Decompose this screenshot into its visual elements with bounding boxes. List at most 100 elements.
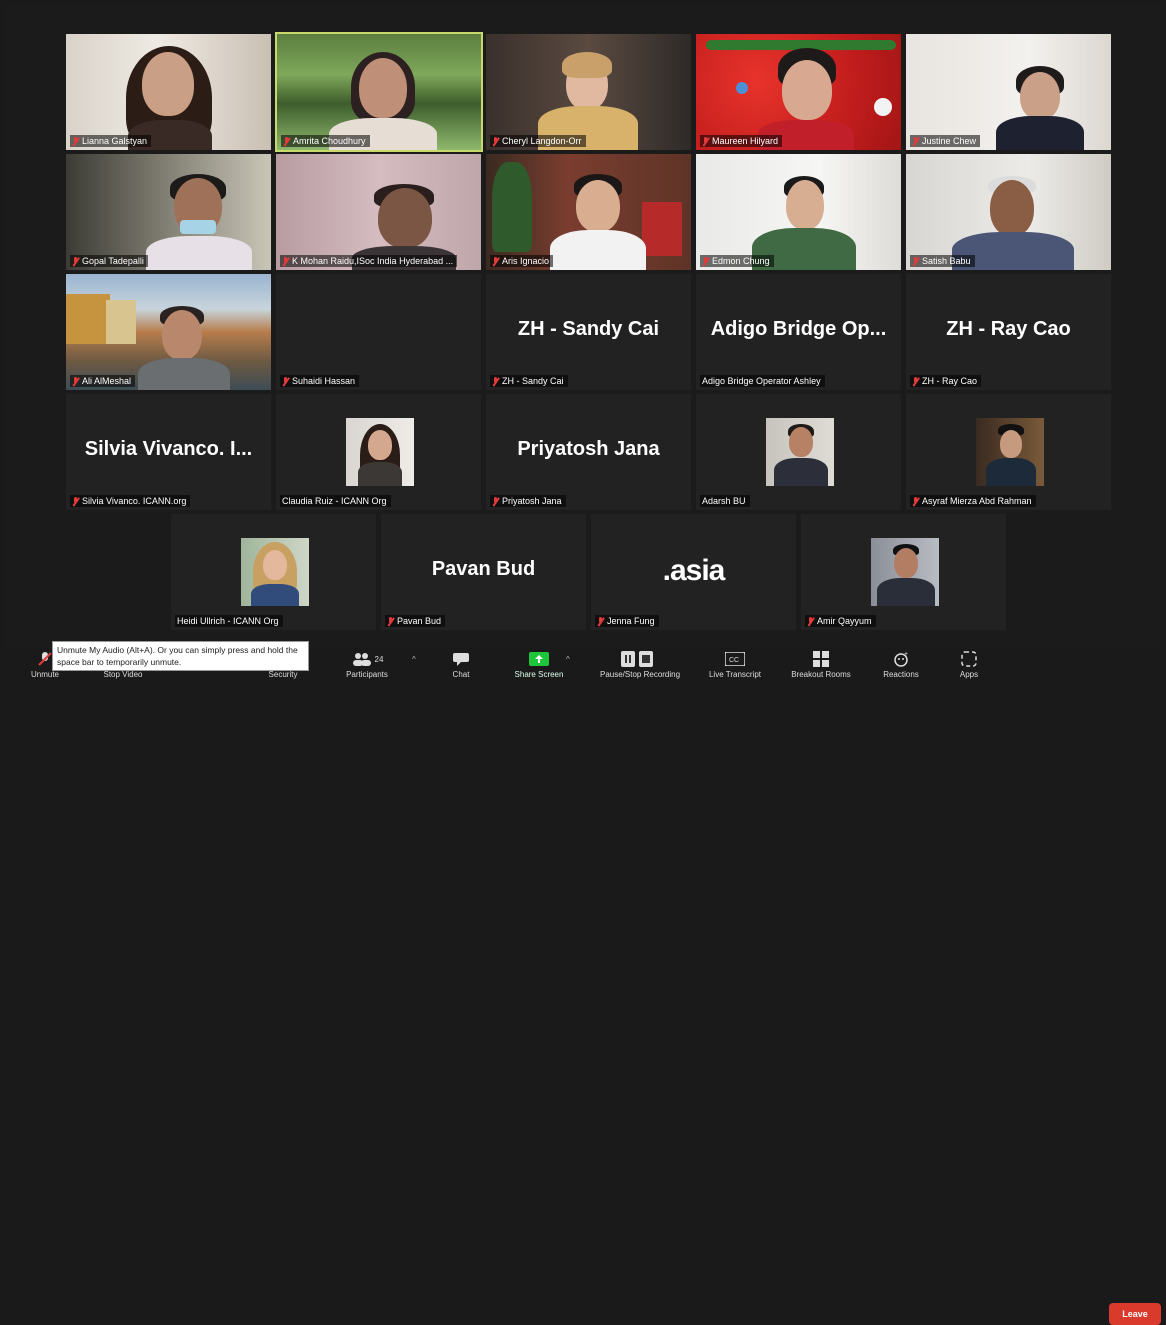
video-tile[interactable]: Claudia Ruiz - ICANN Org xyxy=(276,394,481,510)
mic-muted-icon xyxy=(72,136,79,146)
video-tile[interactable]: Heidi Ullrich - ICANN Org xyxy=(171,514,376,630)
mic-muted-icon xyxy=(912,256,919,266)
participant-name: K Mohan Raidu,ISoc India Hyderabad ... xyxy=(280,255,458,267)
video-tile[interactable]: Maureen Hilyard xyxy=(696,34,901,150)
participant-name: Silvia Vivanco. ICANN.org xyxy=(70,495,191,507)
mic-muted-icon xyxy=(492,496,499,506)
participant-name: ZH - Sandy Cai xyxy=(490,375,568,387)
svg-text:+: + xyxy=(904,651,908,658)
participant-name: Adigo Bridge Operator Ashley xyxy=(700,375,825,387)
video-tile[interactable]: Amir Qayyum xyxy=(801,514,1006,630)
video-tile[interactable]: Gopal Tadepalli xyxy=(66,154,271,270)
video-tile[interactable]: K Mohan Raidu,ISoc India Hyderabad ... xyxy=(276,154,481,270)
participants-icon xyxy=(352,653,371,666)
participant-name: Priyatosh Jana xyxy=(490,495,566,507)
apps-icon xyxy=(932,650,1006,668)
pause-stop-recording-button[interactable]: Pause/Stop Recording xyxy=(600,650,680,679)
video-tile[interactable]: Pavan Bud Pavan Bud xyxy=(381,514,586,630)
mic-muted-icon xyxy=(72,376,79,386)
closed-caption-icon: CC xyxy=(698,650,772,668)
participant-name: Pavan Bud xyxy=(385,615,446,627)
pause-stop-icon xyxy=(600,650,674,668)
participant-name: Lianna Galstyan xyxy=(70,135,152,147)
mic-muted-icon xyxy=(492,376,499,386)
participant-name: Adarsh BU xyxy=(700,495,750,507)
mic-muted-icon xyxy=(702,256,709,266)
video-tile[interactable]: ZH - Ray Cao ZH - Ray Cao xyxy=(906,274,1111,390)
participant-display-name: Priyatosh Jana xyxy=(517,438,660,460)
profile-picture xyxy=(976,418,1044,486)
profile-picture xyxy=(766,418,834,486)
video-tile[interactable]: Edmon Chung xyxy=(696,154,901,270)
chat-bubble-icon xyxy=(424,650,498,668)
leave-button[interactable]: Leave xyxy=(1109,1303,1161,1325)
mic-muted-icon xyxy=(72,496,79,506)
video-tile[interactable]: .asia Jenna Fung xyxy=(591,514,796,630)
breakout-rooms-icon xyxy=(784,650,858,668)
participant-name: Cheryl Langdon-Orr xyxy=(490,135,586,147)
participants-chevron-up-icon[interactable]: ^ xyxy=(412,655,416,664)
mic-muted-icon xyxy=(387,616,394,626)
participant-name: Satish Babu xyxy=(910,255,975,267)
mic-muted-icon xyxy=(72,256,79,266)
asia-logo: .asia xyxy=(662,554,726,587)
video-tile[interactable]: Adarsh BU xyxy=(696,394,901,510)
video-tile[interactable]: ZH - Sandy Cai ZH - Sandy Cai xyxy=(486,274,691,390)
mic-muted-icon xyxy=(912,376,919,386)
mic-muted-icon xyxy=(912,136,919,146)
mic-muted-icon xyxy=(492,136,499,146)
video-tile[interactable]: Lianna Galstyan xyxy=(66,34,271,150)
video-tile[interactable]: Aris Ignacio xyxy=(486,154,691,270)
participant-display-name: ZH - Ray Cao xyxy=(946,318,1071,340)
mic-muted-icon xyxy=(492,256,499,266)
profile-picture xyxy=(346,418,414,486)
mic-muted-icon xyxy=(282,256,289,266)
participant-name: Amrita Choudhury xyxy=(281,135,370,147)
participant-name: Aris Ignacio xyxy=(490,255,554,267)
chat-button[interactable]: Chat xyxy=(424,650,498,679)
video-tile[interactable]: Silvia Vivanco. I... Silvia Vivanco. ICA… xyxy=(66,394,271,510)
participant-name: Jenna Fung xyxy=(595,615,659,627)
mic-muted-icon xyxy=(282,376,289,386)
participant-name: ZH - Ray Cao xyxy=(910,375,982,387)
profile-picture xyxy=(241,538,309,606)
unmute-tooltip: Unmute My Audio (Alt+A). Or you can simp… xyxy=(52,641,309,671)
svg-text:CC: CC xyxy=(729,657,739,664)
participant-display-name: ZH - Sandy Cai xyxy=(517,318,660,340)
participant-display-name: Adigo Bridge Op... xyxy=(710,318,887,340)
mic-muted-icon xyxy=(807,616,814,626)
video-tile-active-speaker[interactable]: Amrita Choudhury xyxy=(275,32,483,152)
reactions-button[interactable]: + Reactions xyxy=(864,650,938,679)
apps-button[interactable]: Apps xyxy=(932,650,1006,679)
participant-display-name: Pavan Bud xyxy=(431,558,536,580)
participant-name: Amir Qayyum xyxy=(805,615,876,627)
video-tile[interactable]: Adigo Bridge Op... Adigo Bridge Operator… xyxy=(696,274,901,390)
participant-name: Heidi Ullrich - ICANN Org xyxy=(175,615,283,627)
participant-name: Ali AlMeshal xyxy=(70,375,136,387)
participants-count: 24 xyxy=(374,654,384,664)
share-screen-icon xyxy=(502,650,576,668)
live-transcript-button[interactable]: CC Live Transcript xyxy=(698,650,772,679)
participant-display-name: Silvia Vivanco. I... xyxy=(84,438,253,460)
mic-muted-icon xyxy=(702,136,709,146)
video-tile[interactable]: Suhaidi Hassan xyxy=(276,274,481,390)
participant-name: Suhaidi Hassan xyxy=(280,375,360,387)
video-tile[interactable]: Justine Chew xyxy=(906,34,1111,150)
video-tile[interactable]: Asyraf Mierza Abd Rahman xyxy=(906,394,1111,510)
participant-name: Claudia Ruiz - ICANN Org xyxy=(280,495,391,507)
video-tile[interactable]: Satish Babu xyxy=(906,154,1111,270)
video-tile[interactable]: Ali AlMeshal xyxy=(66,274,271,390)
participant-name: Gopal Tadepalli xyxy=(70,255,148,267)
share-screen-button[interactable]: Share Screen xyxy=(502,650,576,679)
video-tile[interactable]: Cheryl Langdon-Orr xyxy=(486,34,691,150)
breakout-rooms-button[interactable]: Breakout Rooms xyxy=(784,650,858,679)
participant-name: Asyraf Mierza Abd Rahman xyxy=(910,495,1036,507)
participant-name: Edmon Chung xyxy=(700,255,774,267)
profile-picture xyxy=(871,538,939,606)
participant-name: Justine Chew xyxy=(910,135,981,147)
participant-name: Maureen Hilyard xyxy=(700,135,783,147)
participants-button[interactable]: 24 Participants xyxy=(330,650,404,679)
video-tile[interactable]: Priyatosh Jana Priyatosh Jana xyxy=(486,394,691,510)
mic-muted-icon xyxy=(283,136,290,146)
share-screen-chevron-up-icon[interactable]: ^ xyxy=(566,655,570,664)
